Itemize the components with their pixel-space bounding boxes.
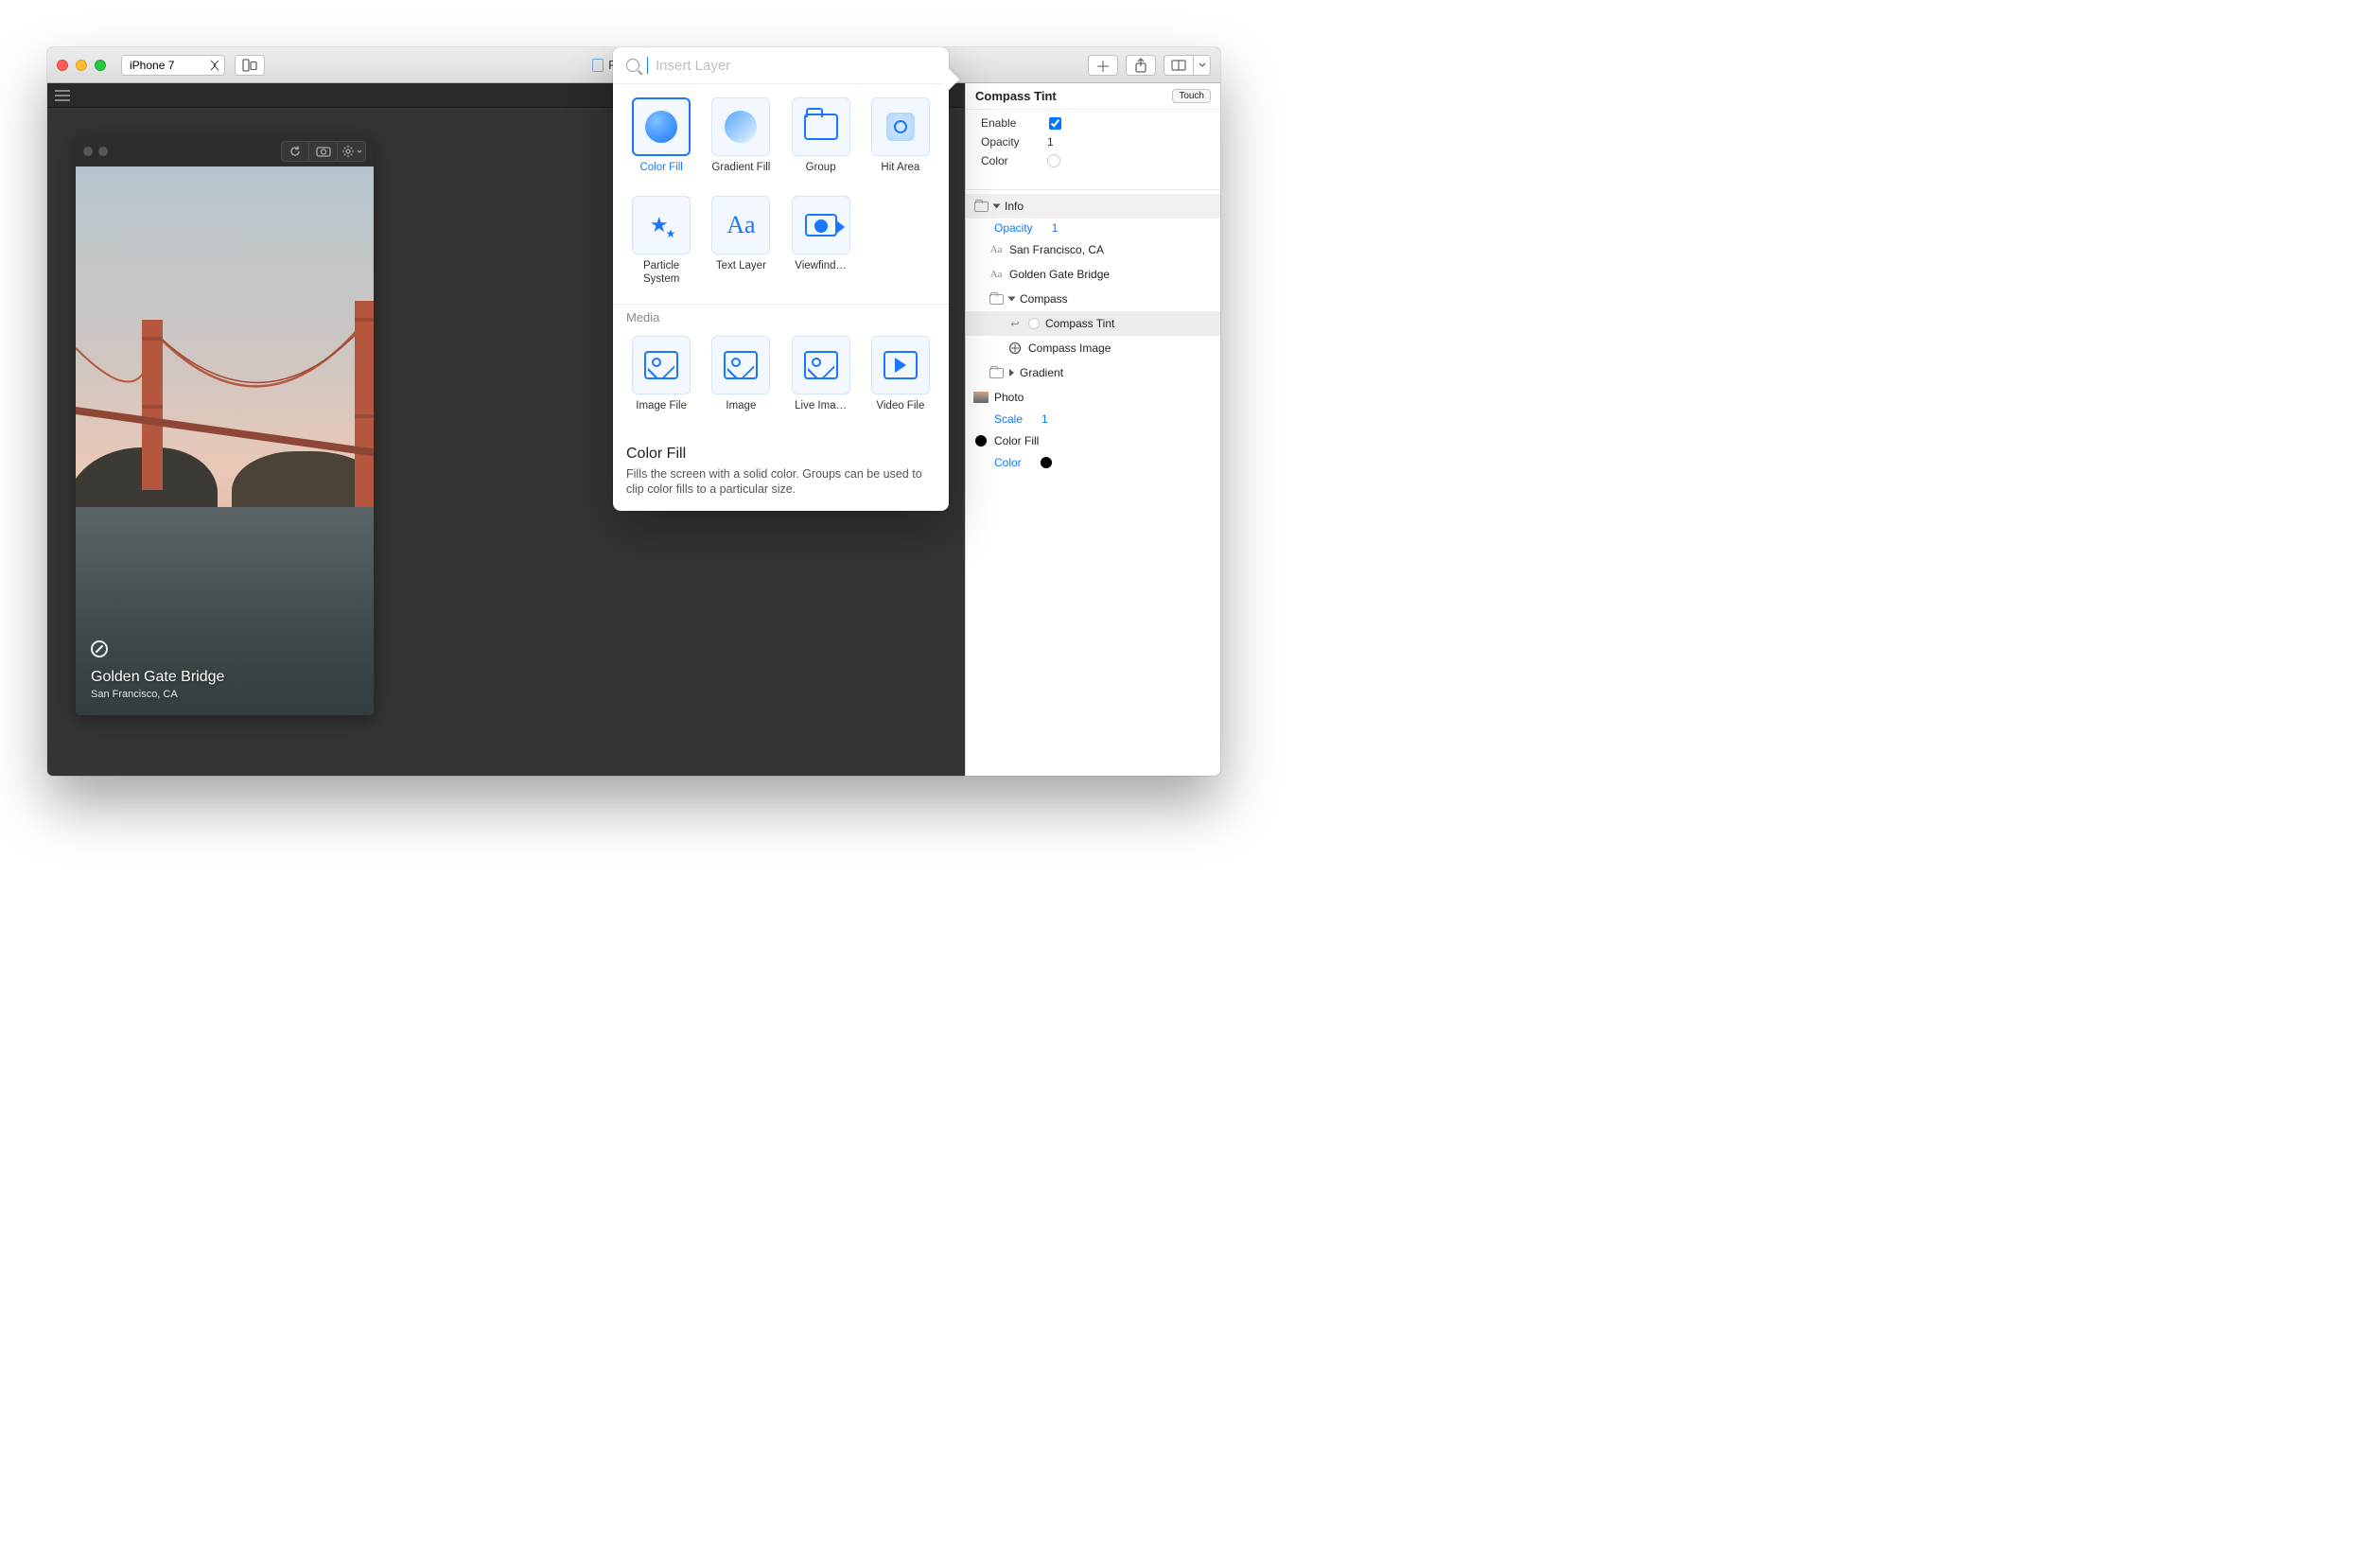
tile-color-fill[interactable]: Color Fill bbox=[626, 97, 696, 186]
text-icon: Aa bbox=[989, 268, 1004, 281]
tile-gradient-fill[interactable]: Gradient Fill bbox=[706, 97, 776, 186]
document-icon bbox=[592, 59, 604, 72]
media-section-label: Media bbox=[613, 304, 949, 326]
color-swatch-black bbox=[1041, 457, 1052, 468]
image-file-icon bbox=[644, 351, 678, 379]
prop-label-enable: Enable bbox=[981, 116, 1047, 130]
orientation-button[interactable] bbox=[235, 55, 265, 76]
video-file-icon bbox=[884, 351, 918, 379]
tile-viewfinder[interactable]: Viewfind… bbox=[786, 196, 856, 287]
device-screen[interactable]: Golden Gate Bridge San Francisco, CA bbox=[76, 166, 374, 715]
tile-live-image[interactable]: Live Ima… bbox=[786, 336, 856, 425]
folder-icon bbox=[989, 294, 1004, 305]
live-image-icon bbox=[804, 351, 838, 379]
layer-info-opacity[interactable]: Opacity 1 bbox=[966, 219, 1220, 237]
compass-icon bbox=[91, 640, 108, 657]
layer-compass-tint[interactable]: ↩ Compass Tint bbox=[966, 311, 1220, 336]
tile-group[interactable]: Group bbox=[786, 97, 856, 186]
search-icon bbox=[626, 59, 639, 72]
device-selector-value: iPhone 7 bbox=[130, 59, 174, 72]
hamburger-icon[interactable] bbox=[55, 90, 70, 101]
add-layer-button[interactable]: ＋ bbox=[1088, 55, 1118, 76]
text-icon: Aa bbox=[989, 243, 1004, 256]
layer-color-fill[interactable]: Color Fill bbox=[966, 429, 1220, 453]
fill-icon bbox=[1028, 318, 1040, 329]
window-controls bbox=[57, 60, 106, 71]
viewfinder-icon bbox=[805, 214, 837, 236]
app-window: iPhone 7 Photo Zoom ＋ bbox=[47, 47, 1220, 776]
folder-icon bbox=[974, 201, 989, 212]
color-swatch[interactable] bbox=[1047, 154, 1060, 167]
preview-dot bbox=[98, 147, 108, 156]
layer-compass-image[interactable]: Compass Image bbox=[966, 336, 1220, 360]
layer-group-info[interactable]: Info bbox=[966, 194, 1220, 219]
device-preview-header bbox=[76, 136, 374, 166]
close-window-button[interactable] bbox=[57, 60, 68, 71]
device-preview: Golden Gate Bridge San Francisco, CA bbox=[76, 136, 374, 715]
inspector-properties: Enable Opacity 1 Color bbox=[966, 110, 1220, 189]
layer-color-fill-color[interactable]: Color bbox=[966, 453, 1220, 472]
enable-checkbox[interactable] bbox=[1049, 117, 1061, 130]
layer-photo[interactable]: Photo bbox=[966, 385, 1220, 410]
image-icon bbox=[724, 351, 758, 379]
tile-particle-system[interactable]: ★★ Particle System bbox=[626, 196, 696, 287]
photo-overlay: Golden Gate Bridge San Francisco, CA bbox=[76, 625, 374, 715]
tile-image[interactable]: Image bbox=[706, 336, 776, 425]
disclosure-icon[interactable] bbox=[993, 204, 1001, 209]
overlay-title: Golden Gate Bridge bbox=[91, 669, 359, 686]
inspector-panel: Compass Tint Touch Enable Opacity 1 Colo… bbox=[965, 83, 1220, 776]
overlay-subtitle: San Francisco, CA bbox=[91, 689, 359, 700]
search-input[interactable] bbox=[656, 58, 936, 74]
photo-icon bbox=[973, 392, 989, 403]
layer-photo-scale[interactable]: Scale 1 bbox=[966, 410, 1220, 429]
layer-text-title[interactable]: Aa Golden Gate Bridge bbox=[966, 262, 1220, 287]
share-button[interactable] bbox=[1126, 55, 1156, 76]
preview-reload-button[interactable] bbox=[281, 141, 309, 162]
disclosure-icon[interactable] bbox=[1009, 369, 1014, 377]
gradient-fill-icon bbox=[725, 111, 757, 143]
text-cursor bbox=[647, 57, 648, 74]
prop-label-color: Color bbox=[981, 154, 1047, 167]
fill-icon bbox=[975, 435, 987, 447]
preview-settings-button[interactable] bbox=[338, 141, 366, 162]
link-icon: ↩ bbox=[1007, 317, 1023, 330]
layer-group-gradient[interactable]: Gradient bbox=[966, 360, 1220, 385]
prop-label-opacity: Opacity bbox=[981, 135, 1047, 149]
disclosure-icon[interactable] bbox=[1008, 297, 1016, 302]
desc-title: Color Fill bbox=[626, 446, 936, 463]
view-mode-segmented[interactable] bbox=[1164, 55, 1211, 76]
preview-dot bbox=[83, 147, 93, 156]
minimize-window-button[interactable] bbox=[76, 60, 87, 71]
tile-image-file[interactable]: Image File bbox=[626, 336, 696, 425]
prop-value-opacity[interactable]: 1 bbox=[1047, 135, 1054, 149]
image-icon bbox=[1007, 342, 1023, 355]
layer-group-compass[interactable]: Compass bbox=[966, 287, 1220, 311]
insert-layer-popover: Color Fill Gradient Fill Group Hit Area … bbox=[613, 47, 949, 511]
inspector-title: Compass Tint bbox=[975, 89, 1166, 103]
view-mode-dropdown[interactable] bbox=[1194, 55, 1211, 76]
text-layer-icon: Aa bbox=[726, 211, 755, 239]
group-icon bbox=[804, 114, 838, 140]
touch-button[interactable]: Touch bbox=[1172, 89, 1211, 103]
color-fill-icon bbox=[645, 111, 677, 143]
particle-icon: ★★ bbox=[650, 213, 674, 237]
layer-list: Info Opacity 1 Aa San Francisco, CA Aa G… bbox=[966, 189, 1220, 776]
hit-area-icon bbox=[886, 113, 915, 141]
popover-search-row bbox=[613, 47, 949, 84]
device-selector[interactable]: iPhone 7 bbox=[121, 55, 225, 76]
view-mode-panels[interactable] bbox=[1164, 55, 1194, 76]
zoom-window-button[interactable] bbox=[95, 60, 106, 71]
folder-icon bbox=[989, 368, 1004, 378]
desc-body: Fills the screen with a solid color. Gro… bbox=[626, 466, 936, 499]
popover-description: Color Fill Fills the screen with a solid… bbox=[613, 438, 949, 499]
tile-video-file[interactable]: Video File bbox=[866, 336, 936, 425]
tile-hit-area[interactable]: Hit Area bbox=[866, 97, 936, 186]
tile-text-layer[interactable]: Aa Text Layer bbox=[706, 196, 776, 287]
preview-camera-button[interactable] bbox=[309, 141, 338, 162]
layer-text-subtitle[interactable]: Aa San Francisco, CA bbox=[966, 237, 1220, 262]
